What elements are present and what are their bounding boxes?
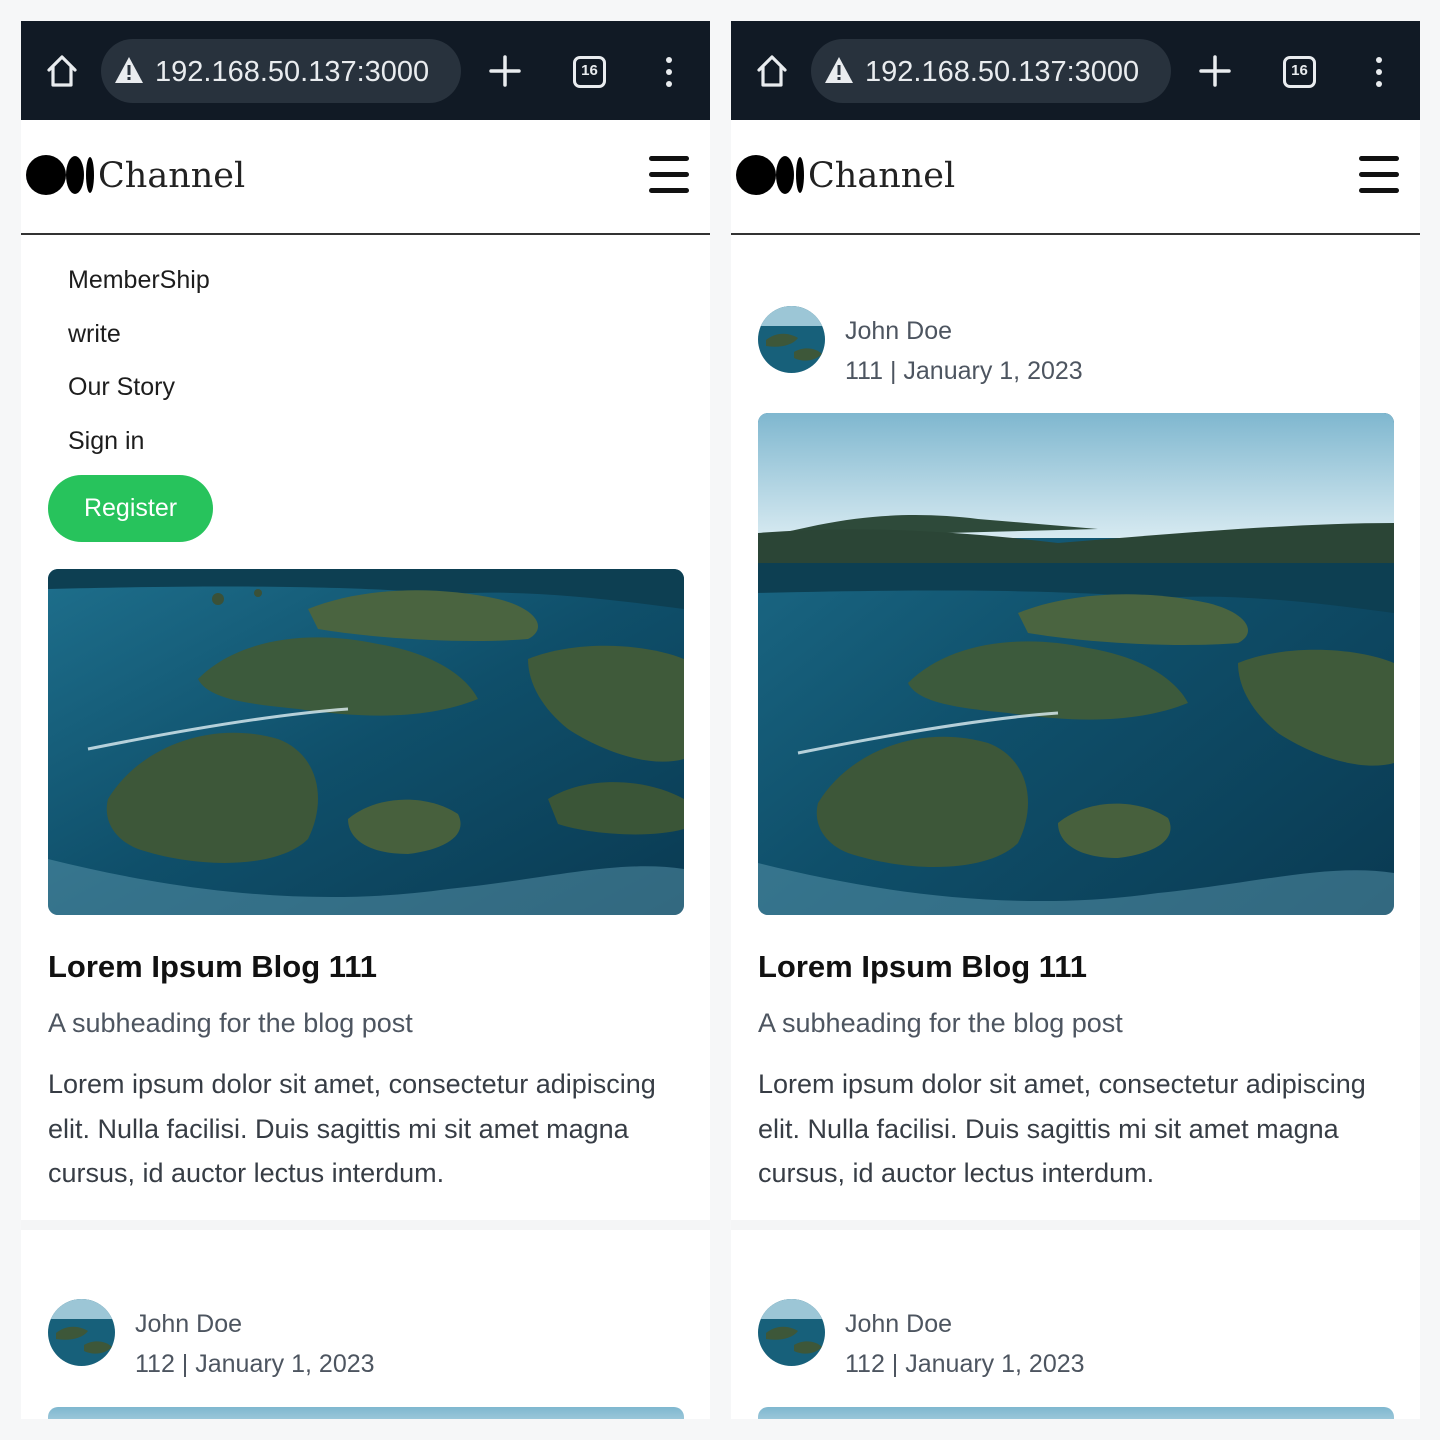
- author-name[interactable]: John Doe: [135, 1309, 242, 1339]
- post-subheading: A subheading for the blog post: [48, 1008, 413, 1038]
- author-name[interactable]: John Doe: [845, 316, 952, 346]
- browser-toolbar: 192.168.50.137:3000 16: [21, 21, 710, 120]
- menu-item-membership[interactable]: MemberShip: [68, 265, 210, 295]
- menu-item-sign-in[interactable]: Sign in: [68, 426, 144, 456]
- warning-icon: [115, 57, 143, 83]
- post-excerpt: Lorem ipsum dolor sit amet, consectetur …: [758, 1069, 1366, 1188]
- post-meta: 112 | January 1, 2023: [845, 1350, 1085, 1378]
- menu-item-our-story[interactable]: Our Story: [68, 372, 175, 402]
- site-header: Channel: [731, 120, 1420, 235]
- sky-photo: [48, 1407, 684, 1419]
- menu-item-write[interactable]: write: [68, 319, 121, 349]
- tab-count: 16: [581, 62, 598, 79]
- post-cover-image[interactable]: [48, 569, 684, 915]
- brand-name: Channel: [98, 156, 246, 196]
- logo-mark-icon: [26, 155, 94, 195]
- author-avatar[interactable]: [758, 1299, 825, 1366]
- new-tab-plus-icon[interactable]: [489, 55, 521, 87]
- more-options-icon[interactable]: [661, 57, 677, 87]
- address-bar[interactable]: 192.168.50.137:3000: [101, 39, 461, 103]
- avatar-image: [758, 1299, 825, 1366]
- islands-photo: [48, 569, 684, 915]
- hamburger-menu-icon[interactable]: [649, 156, 691, 194]
- warning-icon: [825, 57, 853, 83]
- address-bar[interactable]: 192.168.50.137:3000: [811, 39, 1171, 103]
- avatar-image: [758, 306, 825, 373]
- post-meta: 112 | January 1, 2023: [135, 1350, 375, 1378]
- more-options-icon[interactable]: [1371, 57, 1387, 87]
- phone-screen-feed: 192.168.50.137:3000 16 Channel John Doe …: [731, 21, 1420, 1419]
- card-separator: [21, 1220, 710, 1230]
- post-meta: 111 | January 1, 2023: [845, 357, 1083, 385]
- home-icon[interactable]: [45, 53, 79, 89]
- tab-count: 16: [1291, 62, 1308, 79]
- post-excerpt: Lorem ipsum dolor sit amet, consectetur …: [48, 1069, 656, 1188]
- author-avatar[interactable]: [48, 1299, 115, 1366]
- home-icon[interactable]: [755, 53, 789, 89]
- register-button[interactable]: Register: [48, 475, 213, 542]
- next-post-cover-image[interactable]: [758, 1407, 1394, 1419]
- post-cover-image[interactable]: [758, 413, 1394, 915]
- post-title[interactable]: Lorem Ipsum Blog 111: [758, 949, 1087, 985]
- sky-photo: [758, 1407, 1394, 1419]
- site-header: Channel: [21, 120, 710, 235]
- logo-mark-icon: [736, 155, 804, 195]
- new-tab-plus-icon[interactable]: [1199, 55, 1231, 87]
- author-avatar[interactable]: [758, 306, 825, 373]
- url-text: 192.168.50.137:3000: [865, 56, 1140, 88]
- islands-photo: [758, 413, 1394, 915]
- browser-toolbar: 192.168.50.137:3000 16: [731, 21, 1420, 120]
- hamburger-menu-icon[interactable]: [1359, 156, 1401, 194]
- post-title[interactable]: Lorem Ipsum Blog 111: [48, 949, 377, 985]
- post-subheading: A subheading for the blog post: [758, 1008, 1123, 1038]
- phone-screen-menu-open: 192.168.50.137:3000 16 Channel MemberShi…: [21, 21, 710, 1419]
- brand-name: Channel: [808, 156, 956, 196]
- avatar-image: [48, 1299, 115, 1366]
- next-post-cover-image[interactable]: [48, 1407, 684, 1419]
- url-text: 192.168.50.137:3000: [155, 56, 430, 88]
- tab-switcher-button[interactable]: 16: [1283, 56, 1316, 88]
- tab-switcher-button[interactable]: 16: [573, 56, 606, 88]
- card-separator: [731, 1220, 1420, 1230]
- author-name[interactable]: John Doe: [845, 1309, 952, 1339]
